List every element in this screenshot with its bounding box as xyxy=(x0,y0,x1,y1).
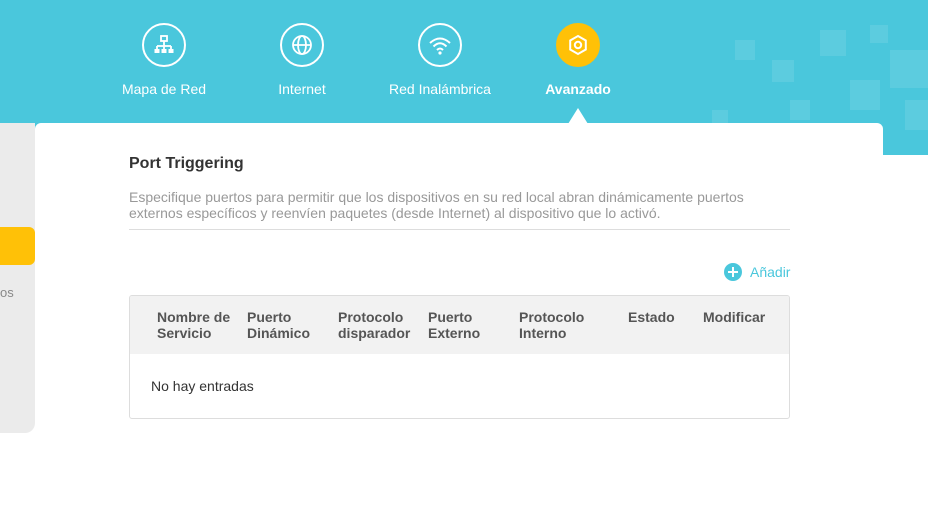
sidebar-item-label[interactable]: os xyxy=(0,285,14,300)
network-map-icon xyxy=(142,23,186,67)
nav-wireless[interactable]: Red Inalámbrica xyxy=(370,23,510,103)
page-description: Especifique puertos para permitir que lo… xyxy=(129,189,744,221)
nav-label: Internet xyxy=(278,81,326,97)
column-header-external-port: Puerto Externo xyxy=(428,309,481,341)
header-decoration xyxy=(905,100,928,130)
nav-network-map[interactable]: Mapa de Red xyxy=(94,23,234,103)
nav-label: Avanzado xyxy=(545,81,611,97)
gear-icon xyxy=(556,23,600,67)
port-triggering-table: Nombre de Servicio Puerto Dinámico Proto… xyxy=(129,295,790,419)
column-header-internal-protocol: Protocolo Interno xyxy=(519,309,585,341)
page-title: Port Triggering xyxy=(129,155,244,172)
table-empty-message: No hay entradas xyxy=(151,378,254,394)
header-decoration xyxy=(850,80,880,110)
sidebar-item-active[interactable] xyxy=(0,227,35,265)
nav-advanced[interactable]: Avanzado xyxy=(508,23,648,103)
header-decoration xyxy=(772,60,794,82)
column-header-modify: Modificar xyxy=(703,309,766,325)
plus-icon xyxy=(724,263,742,281)
column-header-trigger-protocol: Protocolo disparador xyxy=(338,309,411,341)
divider xyxy=(129,229,790,230)
header-decoration xyxy=(790,100,810,120)
header-decoration xyxy=(820,30,846,56)
nav-label: Red Inalámbrica xyxy=(389,81,491,97)
active-tab-pointer xyxy=(568,108,588,124)
header-decoration xyxy=(890,50,928,88)
nav-internet[interactable]: Internet xyxy=(232,23,372,103)
add-button[interactable]: Añadir xyxy=(724,262,790,282)
column-header-dynamic-port: Puerto Dinámico xyxy=(247,309,311,341)
globe-icon xyxy=(280,23,324,67)
table-header: Nombre de Servicio Puerto Dinámico Proto… xyxy=(130,296,789,354)
header-decoration xyxy=(870,25,888,43)
column-header-service-name: Nombre de Servicio xyxy=(157,309,231,341)
sidebar xyxy=(0,123,35,433)
add-label: Añadir xyxy=(750,264,791,280)
nav-label: Mapa de Red xyxy=(121,81,207,97)
header-decoration xyxy=(735,40,755,60)
wifi-icon xyxy=(418,23,462,67)
